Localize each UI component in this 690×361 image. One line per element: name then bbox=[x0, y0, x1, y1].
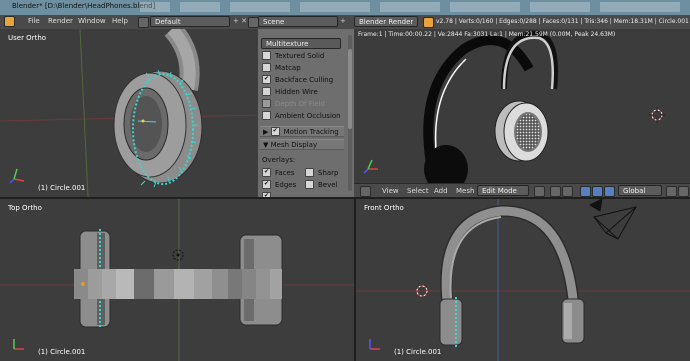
scene-stats: v2.78 | Verts:0/160 | Edges:0/288 | Face… bbox=[436, 18, 689, 25]
checkbox-bevel[interactable] bbox=[305, 179, 314, 189]
option-edges[interactable]: ✔ Edges bbox=[262, 179, 296, 191]
taskbar-ghost bbox=[140, 2, 170, 12]
blender-version-icon bbox=[423, 17, 434, 28]
user-ortho-scene bbox=[0, 29, 258, 197]
add-layout-button[interactable]: + ✕ bbox=[233, 17, 247, 25]
taskbar-ghost bbox=[230, 2, 290, 12]
active-object-label: (1) Circle.001 bbox=[394, 348, 442, 356]
taskbar-ghost bbox=[180, 2, 220, 12]
camera-icon bbox=[588, 199, 637, 240]
option-textured-solid[interactable]: Textured Solid bbox=[262, 50, 324, 62]
manipulator-toggle-icon[interactable] bbox=[562, 186, 573, 197]
option-bevel[interactable]: Bevel bbox=[305, 179, 338, 191]
menu-file[interactable]: File bbox=[28, 17, 40, 25]
title-bar: Blender* [D:\Blender\HeadPhones.blend] bbox=[0, 0, 690, 16]
option-ambient-occlusion[interactable]: Ambient Occlusion bbox=[262, 110, 341, 122]
scene-selector[interactable]: Scene bbox=[258, 16, 338, 27]
translate-icon[interactable] bbox=[580, 186, 591, 197]
expand-arrow-icon: ▼ bbox=[263, 141, 269, 149]
taskbar-ghost bbox=[600, 2, 680, 12]
collapse-arrow-icon: ▶ bbox=[263, 128, 269, 136]
layer-icon[interactable] bbox=[678, 186, 689, 197]
window-title: Blender* [D:\Blender\HeadPhones.blend] bbox=[12, 2, 156, 10]
panel-motion-tracking[interactable]: ▶ ✔ Motion Tracking bbox=[260, 126, 344, 137]
mode-selector[interactable]: Edit Mode bbox=[477, 185, 529, 196]
render-preview-viewport[interactable]: Frame:1 | Time:00:00.22 | Ve:2844 Fa:303… bbox=[354, 29, 690, 183]
taskbar-ghost bbox=[300, 2, 370, 12]
3d-cursor-icon bbox=[649, 107, 665, 123]
viewport-user-ortho[interactable]: User Ortho (1) Circle.001 bbox=[0, 29, 258, 197]
checkbox-backface-culling-checked[interactable]: ✔ bbox=[262, 74, 271, 84]
viewport-top-ortho[interactable]: Top Ortho (1) Circle.001 bbox=[0, 199, 354, 361]
render-scene bbox=[363, 30, 665, 183]
overlays-label: Overlays: bbox=[262, 156, 296, 164]
blender-logo-icon[interactable] bbox=[4, 16, 15, 27]
option-hidden-wire[interactable]: Hidden Wire bbox=[262, 86, 318, 98]
render-engine-selector[interactable]: Blender Render bbox=[354, 16, 418, 27]
scale-icon[interactable] bbox=[604, 186, 615, 197]
menu-render[interactable]: Render bbox=[48, 17, 73, 25]
headband-mesh bbox=[74, 269, 282, 299]
option-depth-of-field: Depth Of Field bbox=[262, 98, 325, 110]
checkbox-motion-tracking-checked[interactable]: ✔ bbox=[270, 126, 280, 136]
viewport-shading-icon[interactable] bbox=[534, 186, 545, 197]
main-menu-bar: File Render Window Help Default + ✕ Scen… bbox=[0, 15, 690, 30]
checkbox-matcap[interactable] bbox=[262, 62, 271, 72]
checkbox-textured-solid[interactable] bbox=[262, 50, 271, 60]
transform-orientation-selector[interactable]: Global bbox=[618, 185, 662, 196]
option-backface-culling[interactable]: ✔ Backface Culling bbox=[262, 74, 333, 86]
taskbar-ghost bbox=[380, 2, 440, 12]
menu-select[interactable]: Select bbox=[407, 187, 429, 195]
editor-type-icon[interactable] bbox=[360, 186, 371, 197]
3d-view-header: View Select Add Mesh Edit Mode Global bbox=[354, 183, 690, 198]
lamp-icon bbox=[172, 249, 184, 261]
layout-selector[interactable]: Default bbox=[150, 16, 230, 27]
viewport-label: User Ortho bbox=[8, 34, 47, 42]
display-properties-panel: Multitexture Textured Solid Matcap ✔ Back… bbox=[258, 29, 354, 197]
taskbar-ghost bbox=[530, 2, 590, 12]
checkbox-sharp[interactable] bbox=[305, 167, 314, 177]
active-object-label: (1) Circle.001 bbox=[38, 184, 86, 192]
checkbox-ambient-occlusion[interactable] bbox=[262, 110, 271, 120]
viewport-front-ortho[interactable]: Front Ortho (1) Circle.001 bbox=[356, 199, 690, 361]
scrollbar-thumb[interactable] bbox=[348, 49, 352, 129]
add-scene-button[interactable]: + bbox=[340, 17, 346, 25]
option-matcap[interactable]: Matcap bbox=[262, 62, 301, 74]
screen-layout-icon[interactable] bbox=[138, 17, 149, 28]
taskbar-ghost bbox=[450, 2, 520, 12]
checkbox-faces-checked[interactable]: ✔ bbox=[262, 167, 271, 177]
rotate-icon[interactable] bbox=[592, 186, 603, 197]
viewport-label: Top Ortho bbox=[8, 204, 42, 212]
axis-gizmo bbox=[9, 168, 25, 184]
menu-add[interactable]: Add bbox=[434, 187, 448, 195]
active-object-label: (1) Circle.001 bbox=[38, 348, 86, 356]
top-ortho-scene bbox=[0, 199, 354, 361]
layer-icon[interactable] bbox=[666, 186, 677, 197]
option-sharp[interactable]: Sharp bbox=[305, 167, 339, 179]
menu-window[interactable]: Window bbox=[78, 17, 106, 25]
option-faces[interactable]: ✔ Faces bbox=[262, 167, 294, 179]
checkbox-depth-of-field bbox=[262, 98, 271, 108]
texture-solid-shading-dropdown[interactable]: Multitexture bbox=[261, 38, 341, 49]
front-ortho-scene bbox=[356, 199, 690, 361]
panel-mesh-display[interactable]: ▼ Mesh Display bbox=[260, 139, 344, 150]
checkbox-hidden-wire[interactable] bbox=[262, 86, 271, 96]
menu-mesh[interactable]: Mesh bbox=[456, 187, 474, 195]
pivot-point-icon[interactable] bbox=[550, 186, 561, 197]
viewport-label: Front Ortho bbox=[364, 204, 404, 212]
menu-help[interactable]: Help bbox=[112, 17, 128, 25]
checkbox-edges-checked[interactable]: ✔ bbox=[262, 179, 271, 189]
render-info: Frame:1 | Time:00:00.22 | Ve:2844 Fa:303… bbox=[358, 31, 616, 38]
menu-view[interactable]: View bbox=[382, 187, 399, 195]
